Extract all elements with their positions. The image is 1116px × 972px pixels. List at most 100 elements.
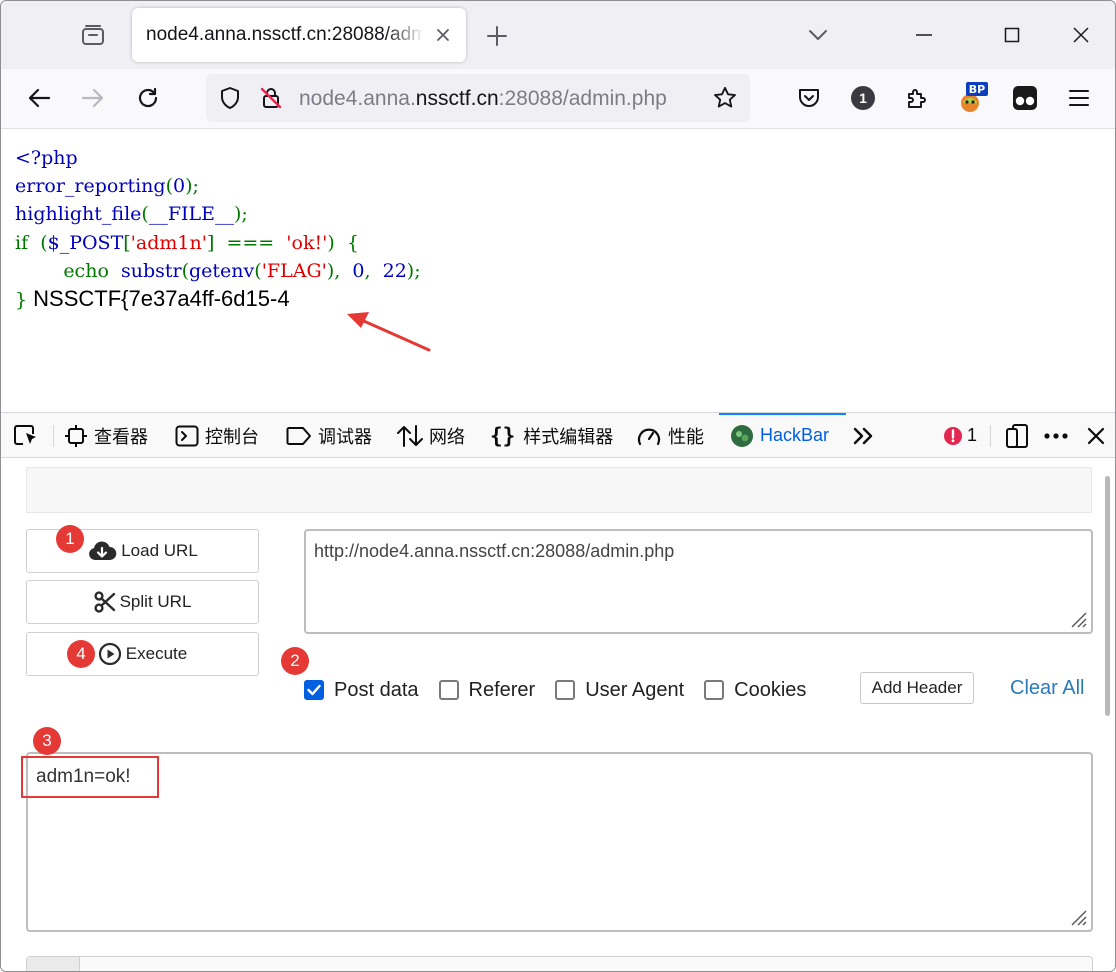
tab-console[interactable]: 控制台: [175, 413, 259, 458]
window-close-button[interactable]: [1061, 15, 1101, 55]
execute-label: Execute: [125, 644, 188, 663]
pocket-icon: [799, 89, 819, 107]
code-line: error_reporting(0);: [15, 172, 421, 200]
step-badge-1: 1: [56, 525, 84, 553]
burp-proxy-extension-button[interactable]: BP: [951, 78, 991, 118]
cookies-checkbox[interactable]: [704, 680, 725, 700]
checkmark-icon: [307, 684, 321, 696]
more-horizontal-icon: [1044, 432, 1068, 439]
code-token: getenv: [189, 259, 255, 282]
tab-inspector[interactable]: 查看器: [64, 413, 148, 458]
code-token: 'FLAG': [261, 259, 327, 282]
code-token: 'ok!': [286, 231, 328, 254]
referer-checkbox[interactable]: [438, 680, 459, 700]
post-data-option[interactable]: Post data: [304, 679, 419, 702]
tampermonkey-button[interactable]: [1005, 78, 1045, 118]
step-badge-4: 4: [67, 640, 95, 668]
hackbar-bottom-field[interactable]: [26, 956, 1093, 971]
tab-title: node4.anna.nssctf.cn:28088/admin.php: [146, 24, 424, 45]
url-textarea-value: http://node4.anna.nssctf.cn:28088/admin.…: [314, 541, 675, 561]
maximize-button[interactable]: [992, 15, 1032, 55]
split-url-button[interactable]: Split URL: [26, 580, 259, 624]
url-textarea[interactable]: http://node4.anna.nssctf.cn:28088/admin.…: [304, 529, 1093, 634]
forward-button[interactable]: [73, 78, 113, 118]
scissors-icon: [93, 591, 115, 613]
code-token: echo: [15, 259, 121, 282]
navigation-toolbar: node4.anna.nssctf.cn:28088/admin.php 1 B…: [1, 69, 1115, 129]
close-icon: [1087, 427, 1105, 444]
resize-grip-icon[interactable]: [1066, 607, 1088, 629]
close-icon: [1073, 27, 1089, 43]
tab-console-label: 控制台: [205, 426, 259, 447]
url-text[interactable]: node4.anna.nssctf.cn:28088/admin.php: [299, 87, 667, 111]
user-agent-option[interactable]: User Agent: [555, 679, 684, 702]
hamburger-menu-icon: [1069, 90, 1089, 106]
more-tabs-button[interactable]: [853, 413, 881, 458]
cookies-label: Cookies: [734, 678, 807, 701]
code-token: ),: [326, 259, 353, 282]
scrollbar-thumb[interactable]: [1105, 476, 1110, 716]
referer-option[interactable]: Referer: [438, 679, 535, 702]
extensions-button[interactable]: [897, 78, 937, 118]
burp-fox-icon: BP: [961, 82, 988, 112]
add-header-button[interactable]: Add Header: [860, 672, 974, 704]
back-button[interactable]: [19, 78, 59, 118]
user-agent-label: User Agent: [585, 678, 685, 701]
code-token: 0: [172, 175, 186, 198]
tab-style-editor[interactable]: {} 样式编辑器: [490, 413, 613, 458]
error-count-button[interactable]: 1: [943, 413, 977, 458]
arrow-right-icon: [81, 88, 104, 108]
clear-all-link[interactable]: Clear All: [1010, 677, 1084, 700]
devtools-close-button[interactable]: [1086, 413, 1112, 458]
pocket-button[interactable]: [789, 78, 829, 118]
php-source-code: <?php error_reporting(0); highlight_file(_…: [15, 144, 421, 314]
devtools-options-button[interactable]: [1043, 413, 1075, 458]
tab-hackbar-label: HackBar: [760, 425, 830, 445]
firefox-view-button[interactable]: [73, 17, 113, 53]
element-picker-button[interactable]: [13, 413, 45, 458]
new-tab-button[interactable]: [479, 18, 515, 54]
active-tab[interactable]: node4.anna.nssctf.cn:28088/admin.php: [132, 8, 466, 62]
annotation-arrow: [347, 312, 431, 352]
tab-close-button[interactable]: [430, 22, 456, 48]
code-token: (: [181, 259, 190, 282]
post-data-textarea[interactable]: adm1n=ok!: [26, 752, 1093, 932]
puzzle-icon: [908, 89, 926, 108]
dock-toggle-button[interactable]: [1005, 413, 1035, 458]
hackbar-menu-bar: [26, 467, 1092, 513]
notification-button[interactable]: 1: [843, 78, 883, 118]
app-menu-button[interactable]: [1059, 78, 1099, 118]
console-icon: [175, 425, 199, 446]
bp-badge-text: BP: [969, 83, 985, 96]
dock-side-icon: [1006, 423, 1028, 448]
shield-icon[interactable]: [218, 86, 242, 110]
tab-list-dropdown[interactable]: [798, 15, 838, 55]
minimize-button[interactable]: [904, 15, 944, 55]
user-agent-checkbox[interactable]: [555, 680, 576, 700]
insecure-lock-icon[interactable]: [259, 86, 283, 110]
notification-count-badge: 1: [851, 86, 875, 110]
step-badge-2: 2: [281, 647, 309, 675]
code-token: highlight_file: [15, 203, 142, 226]
minimize-icon: [916, 34, 932, 36]
post-data-highlight: [21, 756, 159, 798]
code-token: ,: [364, 259, 383, 282]
cookies-option[interactable]: Cookies: [704, 679, 806, 702]
address-bar[interactable]: node4.anna.nssctf.cn:28088/admin.php: [206, 74, 750, 122]
tab-debugger-label: 调试器: [318, 426, 372, 447]
tab-performance[interactable]: 性能: [636, 413, 704, 458]
code-line: if ($_POST['adm1n'] === 'ok!') {: [15, 229, 421, 257]
post-data-checkbox[interactable]: [304, 680, 324, 700]
reload-icon: [138, 87, 158, 108]
tab-inspector-label: 查看器: [94, 426, 148, 447]
bookmark-star-icon[interactable]: [713, 86, 737, 110]
execute-button[interactable]: Execute: [26, 632, 259, 676]
code-token: );: [406, 259, 421, 282]
tab-network[interactable]: 网络: [397, 413, 465, 458]
tab-debugger[interactable]: 调试器: [286, 413, 372, 458]
resize-grip-icon[interactable]: [1066, 905, 1088, 927]
tampermonkey-icon: [1013, 86, 1037, 110]
tab-hackbar[interactable]: HackBar: [719, 413, 846, 458]
reload-button[interactable]: [128, 78, 168, 118]
tab-strip: node4.anna.nssctf.cn:28088/admin.php: [1, 1, 1115, 69]
